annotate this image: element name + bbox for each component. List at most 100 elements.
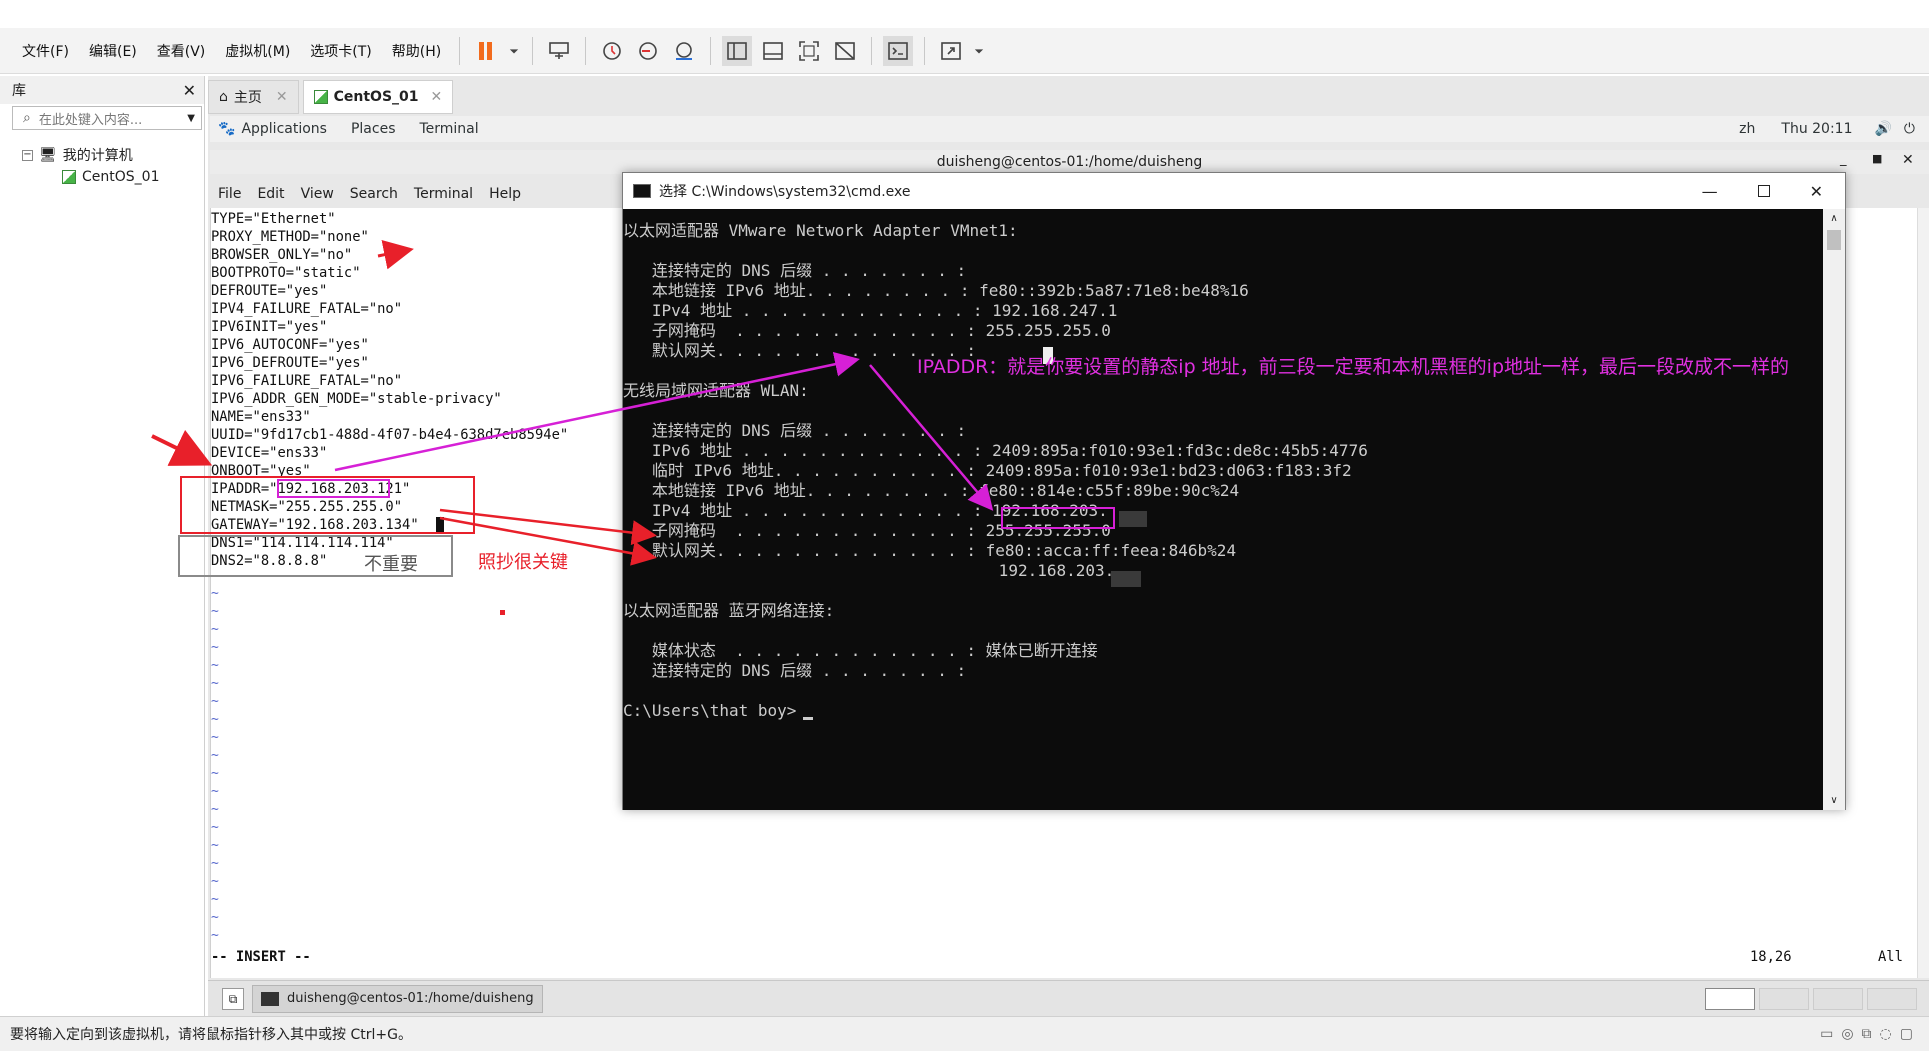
cd-icon[interactable]: ◎ — [1841, 1026, 1853, 1042]
term-menu-terminal[interactable]: Terminal — [414, 186, 473, 202]
revert-snapshot-button[interactable] — [633, 36, 663, 66]
workspace-1[interactable] — [1705, 987, 1755, 1010]
tab-close-icon[interactable]: ✕ — [431, 89, 443, 105]
terminal-scrollbar[interactable] — [1917, 208, 1929, 978]
maximize-icon[interactable] — [1757, 185, 1770, 197]
toolbar-separator — [585, 36, 587, 65]
term-menu-edit[interactable]: Edit — [257, 186, 284, 202]
usb-icon[interactable]: ◌ — [1880, 1026, 1892, 1042]
workspace-2[interactable] — [1759, 987, 1809, 1010]
unity-button[interactable] — [830, 36, 860, 66]
menu-view[interactable]: 查看(V) — [147, 41, 216, 61]
computer-icon: 🖥 — [39, 147, 57, 163]
workspace-switcher[interactable] — [1705, 987, 1917, 1010]
cmd-line: 以太网适配器 蓝牙网络连接: — [623, 601, 835, 620]
display-icon[interactable]: ▢ — [1900, 1026, 1913, 1042]
hdd-icon[interactable]: ▭ — [1820, 1026, 1833, 1042]
cmd-line: 临时 IPv6 地址. . . . . . . . . . : 2409:895… — [623, 461, 1352, 480]
stretch-button[interactable] — [936, 36, 966, 66]
cmd-title-bar[interactable]: 选择 C:\Windows\system32\cmd.exe — ✕ — [623, 173, 1845, 209]
workspace-3[interactable] — [1813, 987, 1863, 1010]
places-menu[interactable]: Places — [351, 121, 396, 137]
vim-tilde: ~ — [211, 856, 219, 871]
tree-item-centos[interactable]: CentOS_01 — [22, 166, 204, 188]
tab-close-icon[interactable]: ✕ — [276, 89, 288, 105]
menu-edit[interactable]: 编辑(E) — [79, 41, 147, 61]
chevron-down-icon[interactable]: ▼ — [187, 113, 195, 124]
tree-label-centos: CentOS_01 — [82, 169, 160, 185]
console-view-button[interactable] — [883, 35, 914, 66]
vim-tilde: ~ — [211, 910, 219, 925]
workspace-4[interactable] — [1867, 987, 1917, 1010]
vim-mode: -- INSERT -- — [211, 949, 311, 965]
menu-vm[interactable]: 虚拟机(M) — [215, 41, 300, 61]
send-ctrl-alt-del-button[interactable] — [544, 36, 574, 66]
snapshot-button[interactable] — [597, 36, 627, 66]
close-icon[interactable]: ✕ — [1810, 182, 1823, 201]
redacted-mask — [1119, 511, 1147, 527]
terminal-maximize-icon[interactable]: ■ — [1872, 152, 1882, 165]
library-tree: − 🖥 我的计算机 CentOS_01 — [0, 144, 204, 188]
menu-help[interactable]: 帮助(H) — [382, 41, 451, 61]
vim-line: IPV4_FAILURE_FATAL="no" — [211, 301, 403, 317]
vim-scroll-indicator: All — [1878, 949, 1903, 965]
snapshot-manager-button[interactable] — [669, 36, 699, 66]
applications-menu[interactable]: Applications — [241, 121, 327, 137]
menu-tabs[interactable]: 选项卡(T) — [300, 41, 381, 61]
term-menu-view[interactable]: View — [301, 186, 334, 202]
vim-line: DEFROUTE="yes" — [211, 283, 328, 299]
taskbar-terminal-button[interactable]: duisheng@centos-01:/home/duisheng — [252, 984, 543, 1013]
terminal-minimize-icon[interactable]: _ — [1840, 152, 1847, 167]
minimize-icon[interactable]: — — [1702, 182, 1718, 201]
scroll-thumb[interactable] — [1827, 230, 1841, 250]
pause-icon — [479, 41, 493, 60]
collapse-icon[interactable]: − — [22, 149, 33, 161]
cmd-line: 媒体状态 . . . . . . . . . . . . : 媒体已断开连接 — [623, 641, 1098, 660]
fullscreen-button[interactable] — [794, 36, 824, 66]
term-menu-help[interactable]: Help — [489, 186, 521, 202]
library-toggle-button[interactable] — [722, 35, 753, 66]
cmd-title: 选择 C:\Windows\system32\cmd.exe — [659, 184, 911, 200]
cmd-console[interactable]: 以太网适配器 VMware Network Adapter VMnet1: 连接… — [623, 209, 1823, 810]
show-desktop-icon[interactable]: ⧉ — [222, 987, 244, 1010]
cmd-line: 以太网适配器 VMware Network Adapter VMnet1: — [623, 221, 1018, 240]
tab-centos[interactable]: CentOS_01 ✕ — [302, 80, 454, 114]
vim-line: IPV6_AUTOCONF="yes" — [211, 337, 369, 353]
vim-line: NAME="ens33" — [211, 409, 311, 425]
cmd-line: 本地链接 IPv6 地址. . . . . . . . : fe80::392b… — [623, 281, 1249, 300]
vim-tilde: ~ — [211, 676, 219, 691]
cmd-scrollbar[interactable]: ∧ ∨ — [1823, 209, 1845, 810]
thumbnail-button[interactable] — [758, 36, 788, 66]
vim-tilde: ~ — [211, 766, 219, 781]
redacted-mask — [1111, 571, 1141, 587]
library-search-input[interactable]: ⌕ 在此处键入内容... ▼ — [12, 106, 202, 130]
tree-item-my-computer[interactable]: − 🖥 我的计算机 — [22, 144, 204, 166]
vim-cursor-position: 18,26 — [1750, 949, 1792, 965]
scroll-down-icon[interactable]: ∨ — [1823, 795, 1845, 806]
toolbar-separator — [924, 36, 926, 65]
volume-icon[interactable]: 🔊 — [1874, 121, 1891, 137]
pause-dropdown[interactable] — [507, 36, 521, 66]
toolbar-separator — [459, 36, 461, 65]
input-method-indicator[interactable]: zh — [1739, 121, 1755, 137]
vim-line: DEVICE="ens33" — [211, 445, 328, 461]
network-icon[interactable]: ⧉ — [1862, 1026, 1872, 1042]
term-menu-search[interactable]: Search — [350, 186, 398, 202]
terminal-app-menu[interactable]: Terminal — [419, 121, 478, 137]
terminal-title-bar: duisheng@centos-01:/home/duisheng — [210, 150, 1929, 174]
cmd-window[interactable]: 选择 C:\Windows\system32\cmd.exe — ✕ 以太网适配… — [622, 172, 1846, 810]
stretch-dropdown[interactable] — [972, 36, 986, 66]
clock[interactable]: Thu 20:11 — [1781, 121, 1852, 137]
console-icon — [888, 41, 909, 60]
term-menu-file[interactable]: File — [218, 186, 241, 202]
terminal-close-icon[interactable]: ✕ — [1902, 152, 1914, 168]
snapshot-icon — [603, 41, 622, 60]
library-close-icon[interactable]: ✕ — [183, 81, 196, 100]
power-icon[interactable]: ⏻ — [1904, 121, 1915, 137]
menu-file[interactable]: 文件(F) — [12, 41, 79, 61]
vim-tilde: ~ — [211, 874, 219, 889]
scroll-up-icon[interactable]: ∧ — [1823, 213, 1845, 224]
tab-home[interactable]: ⌂ 主页 ✕ — [208, 80, 299, 114]
library-header: 库 ✕ — [0, 76, 204, 104]
pause-button[interactable] — [471, 36, 501, 66]
